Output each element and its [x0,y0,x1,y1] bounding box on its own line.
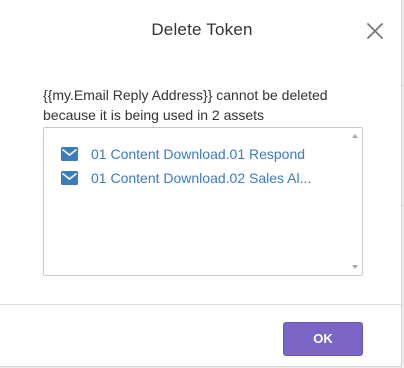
asset-list[interactable]: 01 Content Download.01 Respond 01 Conten… [43,127,363,276]
list-item-asset-1[interactable]: 01 Content Download.01 Respond [61,144,305,164]
dialog-title: Delete Token [151,20,253,39]
scroll-up-arrow-icon[interactable] [352,134,358,138]
list-scrollbar[interactable] [348,128,362,275]
email-icon [61,171,78,185]
close-button[interactable] [364,20,386,42]
footer-divider [0,304,401,305]
close-icon [367,23,383,39]
dialog-message: {{my.Email Reply Address}} cannot be del… [43,87,328,123]
list-item-asset-2[interactable]: 01 Content Download.02 Sales Al... [61,168,311,188]
scroll-down-arrow-icon[interactable] [352,265,358,269]
asset-link[interactable]: 01 Content Download.01 Respond [91,146,305,162]
ok-button[interactable]: OK [283,322,363,356]
asset-link[interactable]: 01 Content Download.02 Sales Al... [91,170,311,186]
delete-token-dialog: Delete Token {{my.Email Reply Address}} … [0,0,402,367]
email-icon [61,147,78,161]
